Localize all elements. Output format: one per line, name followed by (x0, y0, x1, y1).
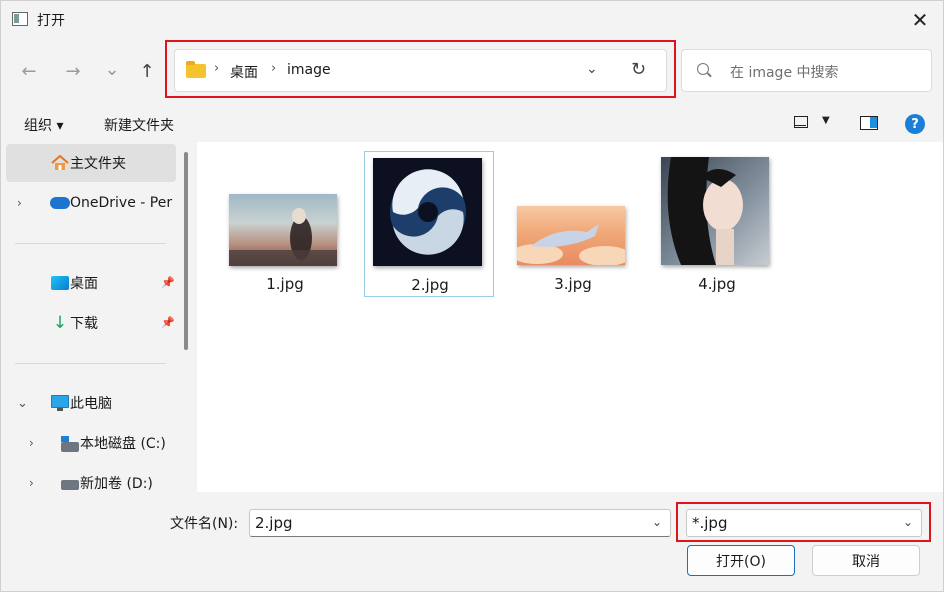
preview-pane-icon[interactable] (860, 116, 878, 130)
sidebar-label-this-pc: 此电脑 (70, 396, 112, 412)
download-icon: ↓ (52, 313, 68, 333)
back-icon[interactable]: ← (17, 59, 41, 83)
address-highlight-box (165, 40, 676, 98)
filename-value: 2.jpg (255, 514, 293, 532)
drive-icon (61, 480, 79, 490)
thumbnail-image (373, 158, 482, 266)
file-name: 2.jpg (411, 276, 449, 294)
sidebar-item-downloads[interactable]: ↓ 下载 📌 (6, 304, 176, 342)
recent-locations-icon[interactable]: ⌄ (100, 57, 124, 81)
filename-input[interactable]: 2.jpg ⌄ (249, 509, 671, 537)
pin-icon[interactable]: 📌 (161, 316, 175, 329)
sidebar-divider (15, 363, 166, 364)
title-bar: 打开 ✕ (1, 1, 943, 39)
sidebar-label-drive-d: 新加卷 (D:) (80, 476, 153, 492)
cancel-button[interactable]: 取消 (812, 545, 920, 576)
sidebar-label-onedrive: OneDrive - Per (70, 195, 173, 211)
navigation-pane: 主文件夹 › OneDrive - Per 桌面 📌 ↓ 下载 📌 ⌄ 此电脑 … (1, 142, 197, 492)
new-folder-button[interactable]: 新建文件夹 (104, 115, 174, 135)
sidebar-divider (15, 243, 166, 244)
sidebar-label-drive-c: 本地磁盘 (C:) (80, 436, 166, 452)
sidebar-label-downloads: 下载 (70, 316, 98, 332)
file-name: 3.jpg (554, 275, 592, 293)
drive-icon (61, 436, 79, 452)
sidebar-item-home[interactable]: 主文件夹 (6, 144, 176, 182)
home-icon (51, 155, 69, 170)
cloud-icon (50, 197, 70, 209)
view-dropdown-icon[interactable]: ▼ (822, 115, 830, 126)
file-tile[interactable]: 1.jpg (220, 151, 350, 297)
organize-menu[interactable]: 组织 ▾ (24, 115, 63, 135)
thumbnail-image (517, 206, 625, 265)
filename-label: 文件名(N): (170, 516, 239, 532)
app-window-icon (12, 12, 28, 26)
desktop-icon (51, 276, 69, 290)
view-mode-icon[interactable] (794, 116, 808, 128)
file-tile-selected[interactable]: 2.jpg (364, 151, 494, 297)
sidebar-label-desktop: 桌面 (70, 276, 98, 292)
close-icon[interactable]: ✕ (907, 7, 933, 33)
thumbnail-image (229, 194, 337, 266)
search-icon (697, 63, 709, 75)
forward-icon[interactable]: → (61, 59, 85, 83)
open-button[interactable]: 打开(O) (687, 545, 795, 576)
chevron-down-icon[interactable]: ⌄ (652, 515, 662, 529)
sidebar-item-desktop[interactable]: 桌面 📌 (6, 264, 176, 302)
sidebar-item-drive-c[interactable]: 本地磁盘 (C:) (6, 424, 176, 462)
file-name: 1.jpg (266, 275, 304, 293)
file-list: 1.jpg 2.jpg 3.jpg 4.jpg (197, 142, 943, 492)
toolbar: 组织 ▾ 新建文件夹 ▼ ? (1, 104, 943, 142)
file-tile[interactable]: 3.jpg (508, 151, 638, 297)
sidebar-item-onedrive[interactable]: OneDrive - Per (6, 184, 176, 222)
sidebar-label-home: 主文件夹 (70, 156, 126, 172)
sidebar-scrollbar[interactable] (184, 152, 188, 350)
file-tile[interactable]: 4.jpg (652, 151, 782, 297)
search-placeholder: 在 image 中搜索 (730, 65, 839, 81)
up-folder-icon[interactable]: ↑ (135, 59, 159, 83)
computer-icon (51, 395, 69, 411)
help-icon[interactable]: ? (905, 114, 925, 134)
file-open-dialog: 打开 ✕ ← → ⌄ ↑ › 桌面 › image ⌄ ↻ 在 image 中搜… (0, 0, 944, 592)
sidebar-item-drive-d[interactable]: 新加卷 (D:) (6, 464, 176, 502)
pin-icon[interactable]: 📌 (161, 276, 175, 289)
filetype-highlight-box (676, 502, 931, 542)
thumbnail-image (661, 157, 769, 265)
file-name: 4.jpg (698, 275, 736, 293)
sidebar-item-this-pc[interactable]: 此电脑 (6, 384, 176, 422)
search-input[interactable]: 在 image 中搜索 (681, 49, 932, 92)
window-title: 打开 (37, 13, 65, 29)
